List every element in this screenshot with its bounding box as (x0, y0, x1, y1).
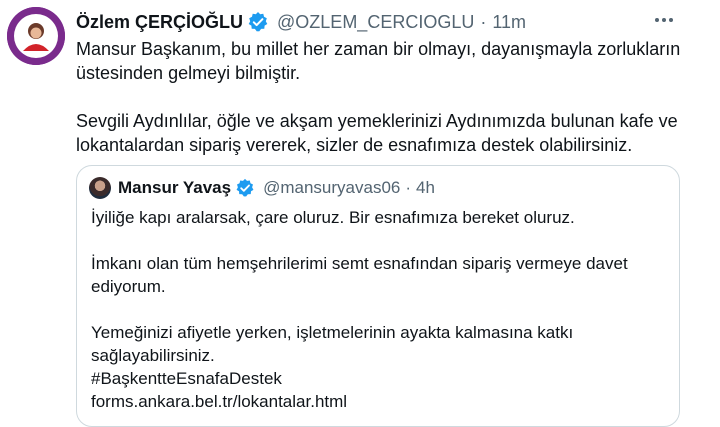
verified-badge-icon (235, 178, 255, 198)
quoted-author-handle: @mansuryavas06 (263, 178, 401, 197)
quoted-paragraph: İmkanı olan tüm hemşehrilerimi semt esna… (91, 254, 628, 296)
tweet-paragraph: Mansur Başkanım, bu millet her zaman bir… (76, 39, 681, 83)
quoted-paragraph: İyiliğe kapı aralarsak, çare oluruz. Bir… (91, 208, 575, 227)
tweet-header: Özlem ÇERÇİOĞLU @OZLEM_CERCIOGLU · 11m (76, 9, 526, 35)
separator-dot: · (480, 11, 487, 32)
quoted-author-name: Mansur Yavaş (118, 178, 232, 197)
quoted-paragraph: Yemeğinizi afiyetle yerken, işletmelerin… (91, 321, 667, 413)
tweet-time[interactable]: 11m (492, 12, 526, 33)
url-link[interactable]: forms.ankara.bel.tr/lokantalar.html (91, 390, 667, 413)
quoted-tweet-text: İyiliğe kapı aralarsak, çare oluruz. Bir… (91, 206, 667, 413)
tweet-text: Mansur Başkanım, bu millet her zaman bir… (76, 37, 692, 157)
tweet[interactable]: Özlem ÇERÇİOĞLU @OZLEM_CERCIOGLU · 11m M… (0, 0, 720, 427)
quoted-tweet[interactable]: Mansur Yavaş @mansuryavas06 · 4h İyiliğe… (76, 165, 680, 427)
author-handle[interactable]: @OZLEM_CERCIOGLU (277, 12, 474, 33)
verified-badge-icon (247, 11, 269, 33)
quoted-paragraph-text: Yemeğinizi afiyetle yerken, işletmelerin… (91, 323, 574, 365)
author-avatar[interactable] (7, 7, 65, 65)
more-options-icon[interactable] (652, 8, 676, 32)
hashtag-link[interactable]: #BaşkentteEsnafaDestek (91, 367, 667, 390)
tweet-paragraph: Sevgili Aydınlılar, öğle ve akşam yemekl… (76, 111, 678, 155)
quoted-tweet-time: 4h (416, 178, 435, 197)
quoted-tweet-header: Mansur Yavaş @mansuryavas06 · 4h (89, 176, 435, 200)
separator-dot: · (405, 178, 412, 197)
author-name[interactable]: Özlem ÇERÇİOĞLU (76, 12, 243, 33)
quoted-author-avatar (89, 177, 111, 199)
